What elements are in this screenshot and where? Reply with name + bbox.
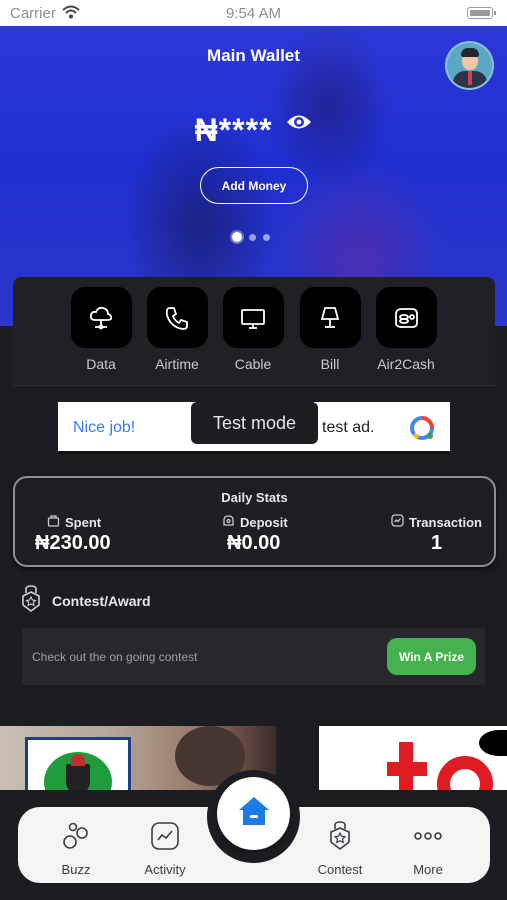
ad-text-left: Nice job! <box>73 419 136 436</box>
nav-label: Buzz <box>61 862 91 877</box>
home-icon <box>237 795 271 832</box>
divider <box>13 385 495 386</box>
lamp-icon <box>299 287 361 348</box>
avatar[interactable] <box>445 41 494 90</box>
contest-message: Check out the on going contest <box>32 650 198 664</box>
contest-heading: Contest/Award <box>20 585 151 616</box>
transaction-label: Transaction <box>391 514 482 530</box>
service-label: Bill <box>320 356 340 372</box>
add-money-button[interactable]: Add Money <box>200 167 308 204</box>
eye-icon[interactable] <box>286 102 312 139</box>
carousel-indicator[interactable] <box>232 228 277 246</box>
award-icon <box>20 585 42 616</box>
transaction-value: 1 <box>431 532 443 554</box>
deposit-icon <box>222 514 235 530</box>
nav-label: Contest <box>317 862 363 877</box>
service-label: Cable <box>234 356 272 372</box>
chart-icon <box>391 514 404 530</box>
wallet-icon <box>47 514 60 530</box>
service-cable[interactable]: Cable <box>222 287 284 372</box>
activity-chart-icon <box>150 822 180 855</box>
battery-icon <box>467 7 496 19</box>
deposit-label: Deposit <box>222 514 288 530</box>
service-air2cash[interactable]: Air2Cash <box>375 287 437 372</box>
status-bar: Carrier 9:54 AM <box>0 0 507 26</box>
contest-banner: Check out the on going contest Win A Pri… <box>22 628 485 685</box>
nav-more[interactable]: More <box>388 821 468 877</box>
service-data[interactable]: Data <box>70 287 132 372</box>
service-airtime[interactable]: Airtime <box>146 287 208 372</box>
nav-label: More <box>413 862 443 877</box>
spent-label: Spent <box>47 514 101 530</box>
test-mode-toast: Test mode <box>191 402 318 444</box>
clock: 9:54 AM <box>225 5 282 22</box>
ad-text-right: test ad. <box>322 419 375 436</box>
service-label: Data <box>86 356 116 372</box>
promo-banner[interactable] <box>319 726 507 790</box>
contest-heading-text: Contest/Award <box>52 592 151 609</box>
nav-activity[interactable]: Activity <box>125 821 205 877</box>
nav-label: Activity <box>144 862 186 877</box>
deposit-value: ₦0.00 <box>227 532 281 554</box>
ad-logo-icon <box>409 415 435 446</box>
win-a-prize-button[interactable]: Win A Prize <box>387 638 476 675</box>
home-button[interactable] <box>217 777 290 850</box>
bubbles-icon <box>62 822 90 855</box>
award-icon <box>327 821 353 855</box>
nav-contest[interactable]: Contest <box>300 821 380 877</box>
stats-title: Daily Stats <box>221 490 288 505</box>
wallet-title: Main Wallet <box>207 46 300 65</box>
balance-value: ₦**** <box>194 112 273 148</box>
carousel-dot[interactable] <box>263 234 270 241</box>
phone-icon <box>146 287 208 348</box>
coins-icon <box>375 287 437 348</box>
service-label: Airtime <box>155 356 199 372</box>
more-dots-icon <box>413 832 443 855</box>
spent-value: ₦230.00 <box>35 532 111 554</box>
carousel-dot[interactable] <box>249 234 256 241</box>
tv-icon <box>222 287 284 348</box>
service-bill[interactable]: Bill <box>299 287 361 372</box>
service-label: Air2Cash <box>377 356 435 372</box>
daily-stats-card: Daily Stats Spent ₦230.00 Deposit ₦0.00 … <box>13 476 496 567</box>
cloud-network-icon <box>70 287 132 348</box>
coat-of-arms-image <box>25 737 131 790</box>
carousel-dot[interactable] <box>232 232 242 242</box>
nav-buzz[interactable]: Buzz <box>36 821 116 877</box>
wallet-balance: ₦**** <box>0 102 507 149</box>
services-panel: Data Airtime Cable Bill Air2Cash <box>13 277 495 385</box>
